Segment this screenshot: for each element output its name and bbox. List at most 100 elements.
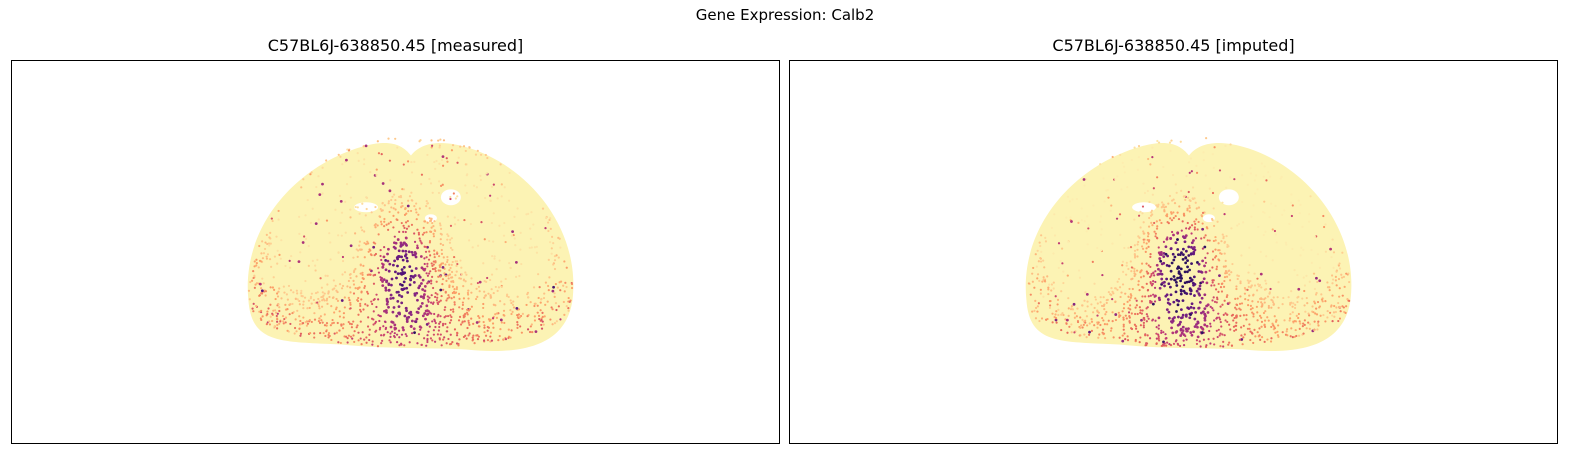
expression-point xyxy=(387,222,390,225)
expression-point xyxy=(1136,312,1139,316)
expression-point xyxy=(349,276,352,280)
expression-point xyxy=(1145,307,1148,310)
expression-point xyxy=(553,267,557,271)
expression-point xyxy=(1201,211,1205,214)
expression-point xyxy=(1156,176,1159,179)
expression-point xyxy=(349,208,352,211)
expression-point xyxy=(383,217,386,221)
expression-point xyxy=(1105,310,1108,314)
expression-point xyxy=(1234,297,1237,300)
expression-point xyxy=(475,287,478,290)
expression-point xyxy=(1118,213,1122,216)
expression-point xyxy=(449,195,452,199)
expression-point xyxy=(1320,293,1323,296)
expression-point xyxy=(423,285,427,288)
expression-point xyxy=(1052,287,1055,290)
expression-point xyxy=(1158,257,1162,260)
expression-point xyxy=(408,283,412,287)
expression-point xyxy=(1293,269,1296,272)
expression-point xyxy=(1188,276,1192,280)
expression-point xyxy=(277,303,280,306)
expression-point xyxy=(408,195,412,198)
expression-point xyxy=(343,271,347,274)
expression-point xyxy=(1073,312,1077,315)
expression-point xyxy=(515,307,519,310)
expression-point xyxy=(1086,300,1089,303)
expression-point xyxy=(444,322,447,326)
expression-point xyxy=(1084,321,1087,324)
scatter-plot-measured xyxy=(247,137,574,352)
expression-point xyxy=(276,320,279,323)
expression-point xyxy=(530,323,533,326)
expression-point xyxy=(454,197,457,200)
expression-point xyxy=(1186,265,1189,269)
expression-point xyxy=(371,302,374,306)
expression-point xyxy=(1190,241,1194,245)
expression-point xyxy=(387,247,390,251)
expression-point xyxy=(1099,215,1103,218)
expression-point xyxy=(388,159,392,162)
expression-point xyxy=(1267,306,1270,309)
expression-point xyxy=(430,262,433,265)
expression-point xyxy=(1240,302,1244,305)
expression-point xyxy=(1209,325,1212,328)
expression-point xyxy=(1214,248,1217,251)
expression-point xyxy=(1070,323,1073,326)
expression-point xyxy=(307,299,311,302)
expression-point xyxy=(1134,306,1137,309)
expression-point xyxy=(1297,334,1301,337)
expression-point xyxy=(393,235,396,238)
expression-point xyxy=(1237,274,1240,278)
expression-point xyxy=(421,278,425,282)
expression-point xyxy=(1129,296,1132,299)
expression-point xyxy=(527,296,530,299)
expression-point xyxy=(1258,285,1261,288)
expression-point xyxy=(1298,320,1301,323)
expression-point xyxy=(1126,339,1130,342)
expression-point xyxy=(404,276,407,280)
expression-point xyxy=(1202,151,1205,154)
expression-point xyxy=(1186,209,1189,212)
expression-point xyxy=(345,335,348,338)
expression-point xyxy=(469,222,473,226)
expression-point xyxy=(430,217,433,220)
expression-point xyxy=(348,299,351,302)
expression-point xyxy=(1133,249,1137,252)
expression-point xyxy=(1096,246,1099,250)
expression-point xyxy=(1219,332,1222,335)
expression-point xyxy=(1040,250,1043,253)
expression-point xyxy=(349,303,352,306)
expression-point xyxy=(446,238,449,241)
expression-point xyxy=(468,239,471,242)
expression-point xyxy=(439,333,442,336)
expression-point xyxy=(1142,241,1146,244)
expression-point xyxy=(1127,295,1130,298)
expression-point xyxy=(1303,284,1307,287)
expression-point xyxy=(552,242,555,245)
expression-point xyxy=(253,286,256,289)
expression-point xyxy=(372,298,375,302)
expression-point xyxy=(434,270,437,273)
expression-point xyxy=(1283,209,1286,212)
expression-point xyxy=(1235,285,1238,288)
expression-point xyxy=(1324,320,1327,323)
expression-point xyxy=(321,182,324,186)
expression-point xyxy=(414,267,418,270)
expression-point xyxy=(1223,334,1226,337)
expression-point xyxy=(1316,300,1320,304)
expression-point xyxy=(1313,300,1316,303)
expression-point xyxy=(1152,271,1155,275)
expression-point xyxy=(1292,320,1295,323)
expression-point xyxy=(1031,280,1034,283)
expression-point xyxy=(1263,200,1266,203)
expression-point xyxy=(352,256,355,259)
expression-point xyxy=(1068,200,1071,203)
expression-point xyxy=(504,240,507,244)
expression-point xyxy=(1311,305,1314,308)
expression-point xyxy=(363,230,366,233)
expression-point xyxy=(371,343,374,346)
expression-point xyxy=(274,297,277,301)
expression-point xyxy=(1142,326,1145,329)
expression-point xyxy=(287,284,291,288)
expression-point xyxy=(428,207,431,210)
